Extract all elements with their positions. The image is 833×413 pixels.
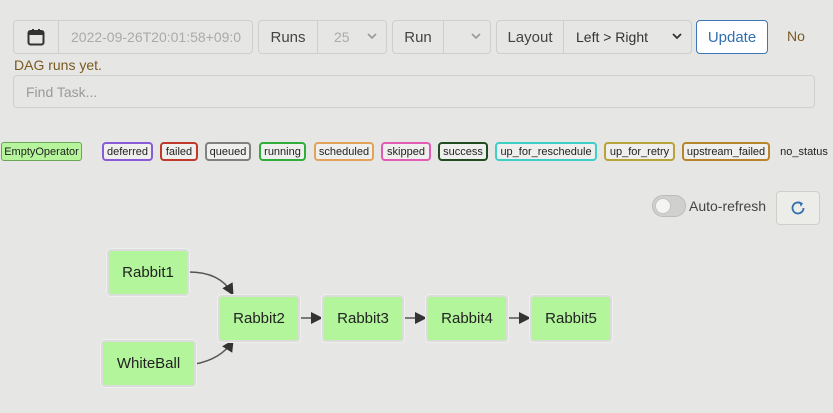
execution-date-value: 2022-09-26T20:01:58+09:0: [71, 29, 242, 45]
runs-select-value: 25: [334, 29, 350, 45]
legend-state-deferred[interactable]: deferred: [102, 142, 153, 161]
run-label-text: Run: [404, 28, 432, 46]
edge-rabbit1-rabbit2: [188, 271, 234, 296]
auto-refresh-toggle[interactable]: [652, 195, 686, 217]
toggle-knob: [655, 198, 671, 214]
legend-state-scheduled[interactable]: scheduled: [314, 142, 374, 161]
layout-select-value: Left > Right: [576, 29, 648, 45]
calendar-button[interactable]: [13, 20, 59, 54]
chevron-down-icon: [471, 33, 481, 40]
run-select[interactable]: [443, 20, 491, 54]
run-label: Run: [392, 20, 444, 54]
no-runs-message-part1: No: [787, 28, 805, 44]
task-node-rabbit3[interactable]: Rabbit3: [322, 295, 404, 342]
task-node-rabbit2[interactable]: Rabbit2: [218, 295, 300, 342]
update-button[interactable]: Update: [696, 20, 768, 54]
chevron-down-icon: [367, 33, 377, 40]
legend-state-queued[interactable]: queued: [205, 142, 251, 161]
refresh-button[interactable]: [776, 191, 820, 225]
find-task-placeholder: Find Task...: [26, 83, 98, 100]
runs-select[interactable]: 25: [317, 20, 387, 54]
refresh-icon: [791, 201, 805, 215]
legend-state-up-for-retry[interactable]: up_for_retry: [604, 142, 675, 161]
task-node-rabbit4[interactable]: Rabbit4: [426, 295, 508, 342]
calendar-icon: [27, 29, 45, 46]
legend-state-success[interactable]: success: [438, 142, 488, 161]
chevron-down-icon: [672, 33, 682, 40]
execution-date-input[interactable]: 2022-09-26T20:01:58+09:0: [58, 20, 253, 54]
layout-select[interactable]: Left > Right: [563, 20, 692, 54]
dag-graph-canvas[interactable]: Rabbit1 WhiteBall Rabbit2 Rabbit3 Rabbit…: [0, 181, 833, 413]
legend-state-up-for-reschedule[interactable]: up_for_reschedule: [495, 142, 597, 161]
layout-label: Layout: [496, 20, 564, 54]
legend-state-skipped[interactable]: skipped: [381, 142, 431, 161]
task-node-rabbit5[interactable]: Rabbit5: [530, 295, 612, 342]
legend-state-upstream-failed[interactable]: upstream_failed: [682, 142, 770, 161]
layout-label-text: Layout: [507, 28, 553, 46]
legend-state-no-status[interactable]: no_status: [776, 142, 832, 161]
legend-state-failed[interactable]: failed: [160, 142, 198, 161]
task-node-whiteball[interactable]: WhiteBall: [101, 340, 196, 387]
auto-refresh-label: Auto-refresh: [689, 198, 767, 214]
find-task-input[interactable]: Find Task...: [13, 75, 815, 108]
edge-whiteball-rabbit2: [194, 339, 234, 365]
task-node-rabbit1[interactable]: Rabbit1: [107, 249, 189, 296]
legend-empty-operator: EmptyOperator: [1, 142, 82, 161]
no-runs-message-part2: DAG runs yet.: [14, 57, 102, 73]
legend-state-running[interactable]: running: [259, 142, 306, 161]
runs-label-text: Runs: [270, 28, 306, 46]
runs-label: Runs: [258, 20, 318, 54]
